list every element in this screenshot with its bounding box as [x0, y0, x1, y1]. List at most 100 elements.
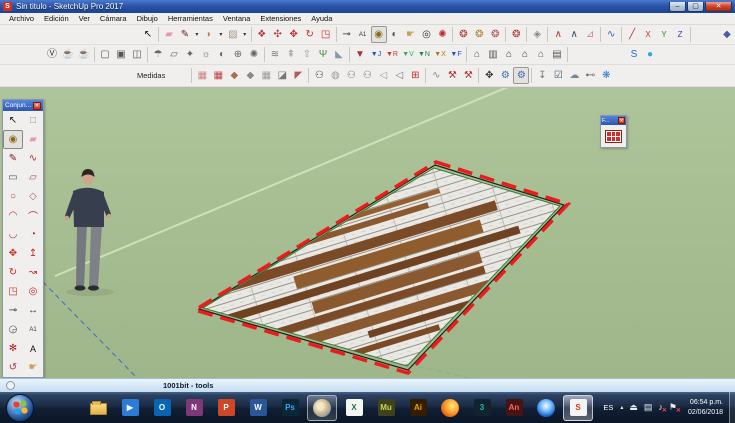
machine-tool-a[interactable]: ⚒	[444, 67, 460, 84]
gear-tool-b[interactable]: ⚙	[513, 67, 529, 84]
robot-tool-a[interactable]: ⚇	[311, 67, 327, 84]
paint-bucket-tool[interactable]: ◉	[371, 26, 387, 43]
viewport[interactable]: Conjun... ✕ ↖□◉▰✎∿▭▱○◇◠⌒◡◔✥↥↻↝◳◎⊸↔◶A1✻A↺…	[0, 87, 735, 378]
show-desktop-button[interactable]	[729, 392, 735, 423]
menu-camara[interactable]: Cámara	[95, 14, 132, 23]
rotate-tool[interactable]: ↻	[3, 263, 23, 282]
brick-floor-tool[interactable]	[603, 127, 625, 145]
menu-herramientas[interactable]: Herramientas	[163, 14, 218, 23]
plane-tool-b[interactable]: ◁	[391, 67, 407, 84]
taskbar-word[interactable]: W	[243, 395, 273, 421]
move-tool[interactable]: ✥	[3, 244, 23, 263]
vray-teapot-render[interactable]: ☕	[60, 46, 76, 63]
ies-light[interactable]: ⊕	[230, 46, 246, 63]
pie-tool[interactable]: ◔	[23, 225, 43, 244]
dimension-tool[interactable]: ↔	[23, 301, 43, 320]
follow-me-tool[interactable]: ↝	[23, 263, 43, 282]
line-tool[interactable]: ✎	[3, 149, 23, 168]
terrain-paint[interactable]: ▼	[352, 46, 368, 63]
terrain-paint-n[interactable]: ▼N	[416, 46, 432, 63]
freehand-tool[interactable]: ∿	[23, 149, 43, 168]
plugin-red-a[interactable]: ❂	[455, 26, 471, 43]
tape-measure-tool[interactable]: ⊸	[3, 301, 23, 320]
menu-archivo[interactable]: Archivo	[4, 14, 39, 23]
pan-tool[interactable]: ☛	[23, 358, 43, 377]
line-free-axis[interactable]: ╱	[624, 26, 640, 43]
rect-light[interactable]: ▱	[166, 46, 182, 63]
taskbar-3ds-max[interactable]: 3	[467, 395, 497, 421]
robot-tool-c[interactable]: ⚇	[359, 67, 375, 84]
taskbar-onenote[interactable]: N	[179, 395, 209, 421]
barn-tool[interactable]: ⌂	[517, 46, 533, 63]
sun-light[interactable]: ✺	[246, 46, 262, 63]
scale-tool[interactable]: ◳	[318, 26, 334, 43]
lock-camera-btn[interactable]: ◫	[129, 46, 145, 63]
trimble-connect-tool[interactable]: ❋	[598, 67, 614, 84]
select-tool[interactable]: ↖	[140, 26, 156, 43]
dome-light[interactable]: ☂	[150, 46, 166, 63]
line-tool[interactable]: ✎	[177, 26, 193, 43]
taskbar-sketchup[interactable]: S	[563, 395, 593, 421]
menu-ventana[interactable]: Ventana	[218, 14, 256, 23]
stamp-tool[interactable]: ▨	[225, 26, 241, 43]
ridge-tool-pink[interactable]: ⊿	[582, 26, 598, 43]
two-point-arc-tool[interactable]: ⌒	[23, 206, 43, 225]
language-indicator[interactable]: ES	[599, 403, 617, 412]
house-sketch-tool[interactable]: ⌂	[469, 46, 485, 63]
plugin-red-c[interactable]: ❂	[487, 26, 503, 43]
move-tool[interactable]: ✥	[286, 26, 302, 43]
zoom-extents-tool[interactable]: ✺	[434, 26, 450, 43]
fur-tool[interactable]: Ψ	[315, 46, 331, 63]
rotate-tool[interactable]: ↻	[302, 26, 318, 43]
attach-link-tool[interactable]: ⊷	[582, 67, 598, 84]
maximize-button[interactable]: ▢	[687, 2, 704, 12]
ridge-tool-a[interactable]: ∧	[550, 26, 566, 43]
vray-sphere[interactable]: Ⓥ	[44, 46, 60, 63]
orbit-tool[interactable]: ↺	[3, 358, 23, 377]
title-bar[interactable]: S Sin titulo - SketchUp Pro 2017 ‒ ▢ ✕	[0, 0, 735, 13]
scale-tool[interactable]: ◳	[3, 282, 23, 301]
shed-tool[interactable]: ▤	[549, 46, 565, 63]
gear-tool-a[interactable]: ⚙	[497, 67, 513, 84]
3d-text-tool[interactable]: A	[23, 339, 43, 358]
proxy-export[interactable]: ⇧	[299, 46, 315, 63]
clipper-tool[interactable]: ◣	[331, 46, 347, 63]
line-x-axis[interactable]: X	[640, 26, 656, 43]
infinite-plane[interactable]: ≋	[267, 46, 283, 63]
protractor-tool[interactable]: ◶	[3, 320, 23, 339]
taskbar-app-swirl[interactable]	[307, 395, 337, 421]
plugin-red-b[interactable]: ❂	[471, 26, 487, 43]
menu-extensiones[interactable]: Extensiones	[255, 14, 306, 23]
eraser-tool[interactable]: ▰	[161, 26, 177, 43]
spring-tool[interactable]: ∿	[428, 67, 444, 84]
frame-buffer-btn[interactable]: ▢	[97, 46, 113, 63]
taskbar-powerpoint[interactable]: P	[211, 395, 241, 421]
terrain-paint-j[interactable]: ▼J	[368, 46, 384, 63]
action-center-icon[interactable]: ⚑✕	[666, 403, 680, 412]
spot-light[interactable]: ✦	[182, 46, 198, 63]
usb-eject-icon[interactable]: ⏏	[626, 403, 641, 412]
plane-tool-a[interactable]: ◁	[375, 67, 391, 84]
terrain-paint-r[interactable]: ▼R	[384, 46, 400, 63]
palette-close-icon[interactable]: ✕	[33, 102, 41, 110]
taskbar-firefox[interactable]	[435, 395, 465, 421]
offset-tool[interactable]: ◎	[23, 282, 43, 301]
terrain-paint-v[interactable]: ▼V	[400, 46, 416, 63]
panel-tool[interactable]: ◪	[274, 67, 290, 84]
make-component-tool[interactable]: □	[23, 111, 43, 130]
select-tool[interactable]: ↖	[3, 111, 23, 130]
taskbar-animate[interactable]: An	[499, 395, 529, 421]
line-z-axis[interactable]: Z	[672, 26, 688, 43]
ridge-tool-b[interactable]: ∧	[566, 26, 582, 43]
home-tool-a[interactable]: ⌂	[501, 46, 517, 63]
taskbar-outlook[interactable]: O	[147, 395, 177, 421]
taskbar-clock[interactable]: 06:54 p.m. 02/06/2018	[688, 398, 723, 416]
wedge-tool[interactable]: ◤	[290, 67, 306, 84]
menu-dibujo[interactable]: Dibujo	[132, 14, 163, 23]
box-export-tool[interactable]: ↧	[534, 67, 550, 84]
drape-tool[interactable]: ❖	[254, 26, 270, 43]
volume-muted-icon[interactable]: ♪✕	[655, 403, 666, 412]
taskbar-excel[interactable]: X	[339, 395, 369, 421]
text-tool[interactable]: A1	[23, 320, 43, 339]
push-pull-tool[interactable]: ↥	[23, 244, 43, 263]
